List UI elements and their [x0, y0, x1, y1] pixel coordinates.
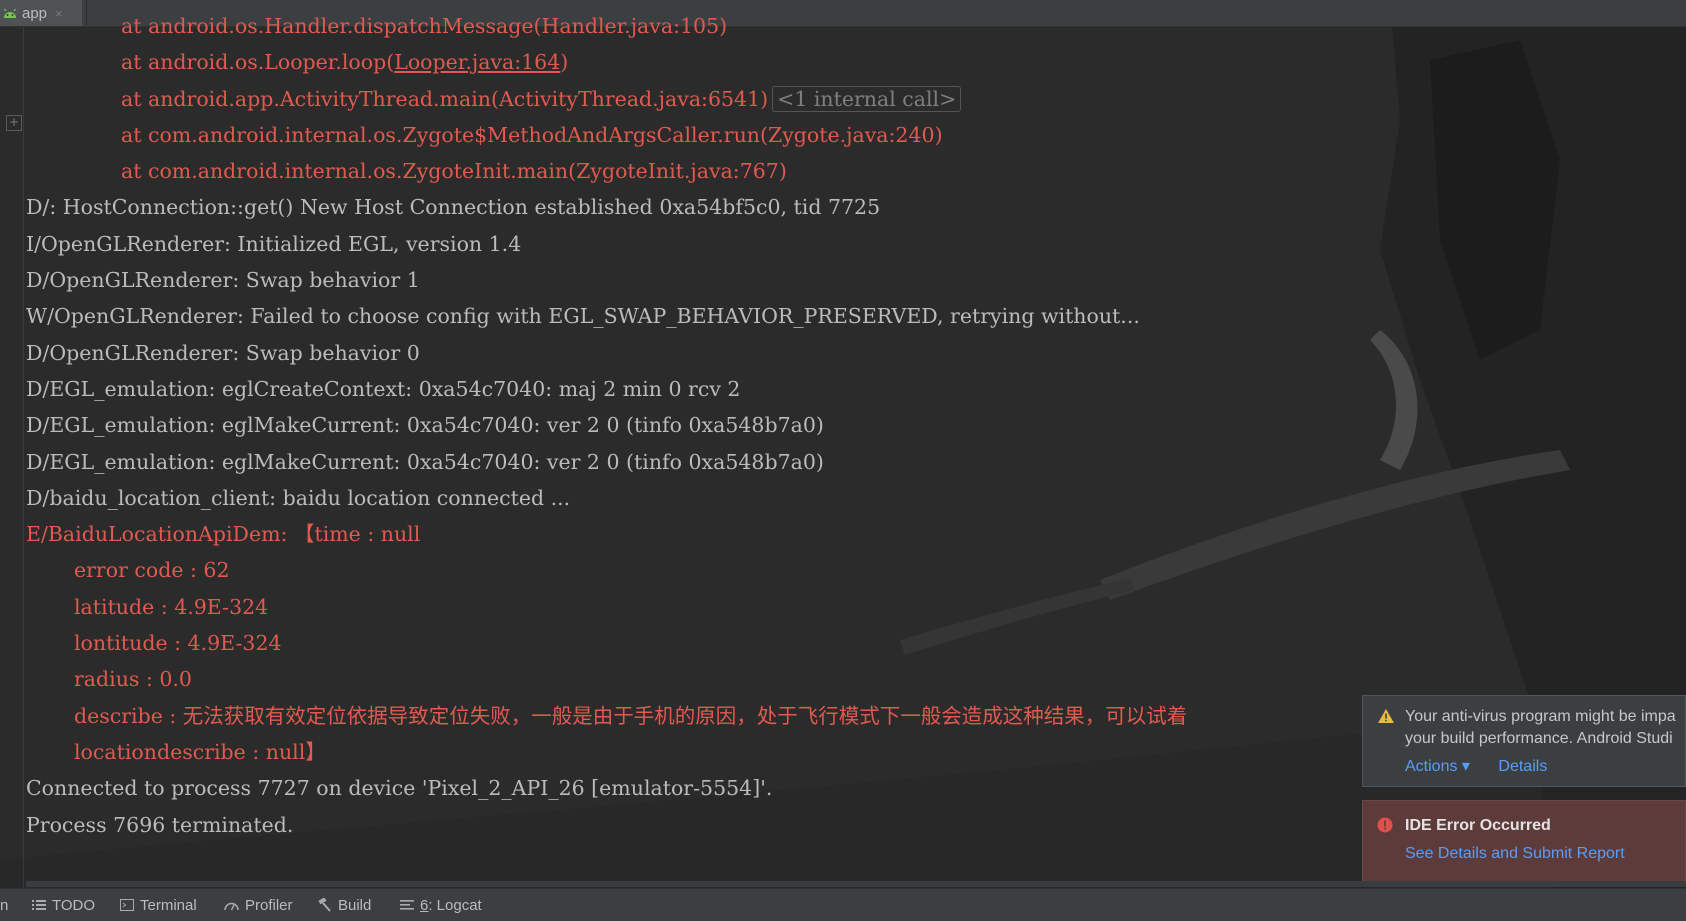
log-line: D/OpenGLRenderer: Swap behavior 1: [26, 268, 420, 293]
terminal-label: Terminal: [140, 896, 197, 914]
details-link[interactable]: Details: [1498, 758, 1547, 775]
warning-message: Your anti-virus program might be impa yo…: [1405, 706, 1685, 750]
todo-label: TODO: [52, 896, 96, 914]
log-text: at android.app.ActivityThread.main(Activ…: [121, 86, 769, 111]
android-icon: [4, 8, 16, 18]
log-text: at android.os.Looper.loop(: [121, 50, 395, 75]
warning-line: your build performance. Android Studi: [1405, 730, 1673, 747]
warning-actions: Actions ▾ Details: [1405, 756, 1571, 776]
log-line: error code : 62: [74, 558, 230, 583]
log-line: at android.os.Looper.loop(Looper.java:16…: [26, 44, 1686, 80]
tool-todo-button[interactable]: TODO: [32, 889, 95, 921]
build-label: Build: [338, 896, 372, 914]
log-line: at android.os.Handler.dispatchMessage(Ha…: [121, 14, 728, 38]
error-title: IDE Error Occurred: [1405, 817, 1551, 834]
actions-dropdown[interactable]: Actions ▾: [1405, 758, 1470, 775]
log-line: lontitude : 4.9E-324: [74, 631, 282, 656]
warning-line: Your anti-virus program might be impa: [1405, 708, 1676, 725]
log-line: radius : 0.0: [74, 667, 192, 692]
logcat-label: 6: Logcat: [420, 897, 482, 914]
console-gutter: +: [0, 27, 24, 887]
terminal-icon: [120, 899, 134, 911]
submit-report-link[interactable]: See Details and Submit Report: [1405, 845, 1625, 863]
tool-logcat-button[interactable]: 6: Logcat: [400, 889, 482, 921]
profiler-label: Profiler: [245, 896, 293, 914]
internal-call-fold[interactable]: <1 internal call>: [772, 85, 962, 112]
toolbar-edge-label: n: [0, 889, 8, 921]
hammer-icon: [318, 898, 331, 912]
logcat-icon: [400, 900, 414, 910]
profiler-icon: [224, 902, 239, 911]
tool-terminal-button[interactable]: Terminal: [120, 889, 197, 921]
log-text: ): [560, 50, 569, 75]
tool-build-button[interactable]: Build: [318, 889, 371, 921]
ide-error-notification: IDE Error Occurred See Details and Submi…: [1362, 800, 1686, 882]
log-line: at com.android.internal.os.Zygote$Method…: [121, 122, 943, 147]
todo-icon: [32, 900, 46, 910]
log-line: I/OpenGLRenderer: Initialized EGL, versi…: [26, 231, 522, 256]
log-line: W/OpenGLRenderer: Failed to choose confi…: [26, 304, 1140, 329]
logcat-text: : Logcat: [428, 896, 482, 914]
expand-icon[interactable]: +: [6, 115, 22, 131]
antivirus-warning-notification: Your anti-virus program might be impa yo…: [1362, 695, 1686, 787]
error-icon: [1377, 817, 1393, 833]
tool-window-bar: n TODO Terminal Profiler Build 6: Logcat: [0, 888, 1686, 921]
horizontal-scrollbar[interactable]: [26, 881, 1686, 887]
log-line: at android.app.ActivityThread.main(Activ…: [26, 81, 1686, 117]
log-line: D/EGL_emulation: eglCreateContext: 0xa54…: [26, 376, 741, 401]
edge-text: n: [0, 896, 9, 914]
log-line: D/OpenGLRenderer: Swap behavior 0: [26, 340, 420, 365]
log-line: D/baidu_location_client: baidu location …: [26, 485, 571, 510]
warning-icon: [1378, 709, 1394, 723]
log-line: E/BaiduLocationApiDem: 【time : null: [26, 522, 421, 547]
log-line: D/EGL_emulation: eglMakeCurrent: 0xa54c7…: [26, 413, 824, 438]
log-line: D/EGL_emulation: eglMakeCurrent: 0xa54c7…: [26, 449, 824, 474]
source-link[interactable]: Looper.java:164: [394, 50, 560, 74]
tool-profiler-button[interactable]: Profiler: [224, 889, 293, 921]
log-line: at com.android.internal.os.ZygoteInit.ma…: [121, 159, 787, 184]
log-line: D/: HostConnection::get() New Host Conne…: [26, 195, 881, 220]
log-line: latitude : 4.9E-324: [74, 594, 269, 619]
